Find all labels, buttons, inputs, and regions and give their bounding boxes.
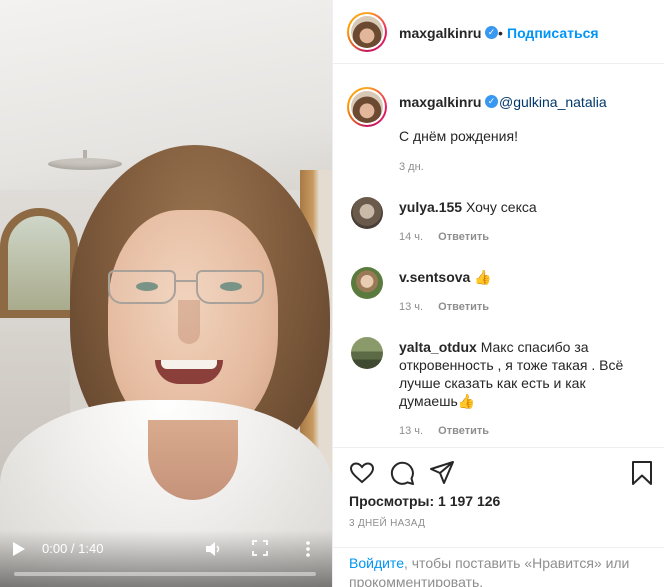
- comment-meta: 13 ч. Ответить: [399, 301, 489, 313]
- post-age: 3 ДНЕЙ НАЗАД: [349, 518, 426, 529]
- caption-username[interactable]: maxgalkinru: [399, 94, 481, 110]
- arched-window: [0, 208, 78, 318]
- verified-icon: ✓: [485, 26, 498, 39]
- video-player[interactable]: 0:00 / 1:40: [0, 0, 332, 587]
- glasses-lens: [196, 270, 264, 304]
- verified-icon: ✓: [485, 95, 498, 108]
- comment-meta: 14 ч. Ответить: [399, 231, 489, 243]
- heart-icon[interactable]: [349, 460, 375, 486]
- separator-dot: •: [498, 25, 503, 41]
- bookmark-icon[interactable]: [629, 460, 655, 486]
- avatar[interactable]: [347, 12, 387, 52]
- fullscreen-icon[interactable]: [252, 540, 268, 556]
- avatar[interactable]: [347, 87, 387, 127]
- avatar[interactable]: [351, 337, 383, 369]
- caption-time: 3 дн.: [399, 161, 424, 173]
- comment-body: Хочу секса: [465, 199, 537, 215]
- glasses-lens: [108, 270, 176, 304]
- comment-username[interactable]: yulya.155: [399, 199, 462, 215]
- comment-time: 13 ч.: [399, 301, 424, 313]
- volume-icon[interactable]: [204, 540, 222, 558]
- comment-text: yulya.155 Хочу секса: [399, 198, 629, 216]
- teeth: [161, 360, 217, 369]
- reply-button[interactable]: Ответить: [438, 425, 489, 437]
- share-icon[interactable]: [429, 460, 455, 486]
- comment-meta: 13 ч. Ответить: [399, 425, 489, 437]
- login-prompt: Войдите, чтобы поставить «Нравится» или …: [333, 547, 664, 587]
- follow-button[interactable]: Подписаться: [507, 25, 599, 41]
- avatar[interactable]: [351, 267, 383, 299]
- post-header: maxgalkinru ✓ • Подписаться: [333, 0, 664, 64]
- nose: [178, 300, 200, 344]
- post-sidebar: maxgalkinru ✓ • Подписаться maxgalkinru …: [332, 0, 664, 587]
- caption-mention[interactable]: @gulkina_natalia: [499, 94, 607, 110]
- login-link[interactable]: Войдите: [349, 555, 404, 571]
- ceiling-lamp: [48, 158, 122, 170]
- comments-section: maxgalkinru ✓ @gulkina_natalia С днём ро…: [333, 65, 664, 446]
- video-time: 0:00 / 1:40: [42, 541, 104, 556]
- video-progress-bar[interactable]: [14, 572, 316, 576]
- comment-time: 13 ч.: [399, 425, 424, 437]
- comment-body: 👍: [474, 269, 492, 285]
- glasses-bridge: [174, 280, 198, 282]
- reply-button[interactable]: Ответить: [438, 231, 489, 243]
- login-text: Войдите, чтобы поставить «Нравится» или …: [349, 554, 649, 587]
- video-controls-bar: [0, 530, 332, 587]
- caption-text: С днём рождения!: [399, 128, 518, 144]
- comment-text: v.sentsova 👍: [399, 268, 629, 286]
- comment-username[interactable]: yalta_otdux: [399, 339, 477, 355]
- comment-username[interactable]: v.sentsova: [399, 269, 470, 285]
- play-icon[interactable]: [12, 541, 26, 557]
- view-count: Просмотры: 1 197 126: [349, 493, 501, 509]
- more-icon[interactable]: [300, 540, 316, 558]
- comment-icon[interactable]: [389, 460, 415, 486]
- comment-text: yalta_otdux Макс спасибо за откровенност…: [399, 338, 629, 410]
- post-actions: Просмотры: 1 197 126 3 ДНЕЙ НАЗАД Войдит…: [333, 447, 664, 587]
- header-username[interactable]: maxgalkinru: [399, 25, 481, 41]
- reply-button[interactable]: Ответить: [438, 301, 489, 313]
- comment-time: 14 ч.: [399, 231, 424, 243]
- avatar[interactable]: [351, 197, 383, 229]
